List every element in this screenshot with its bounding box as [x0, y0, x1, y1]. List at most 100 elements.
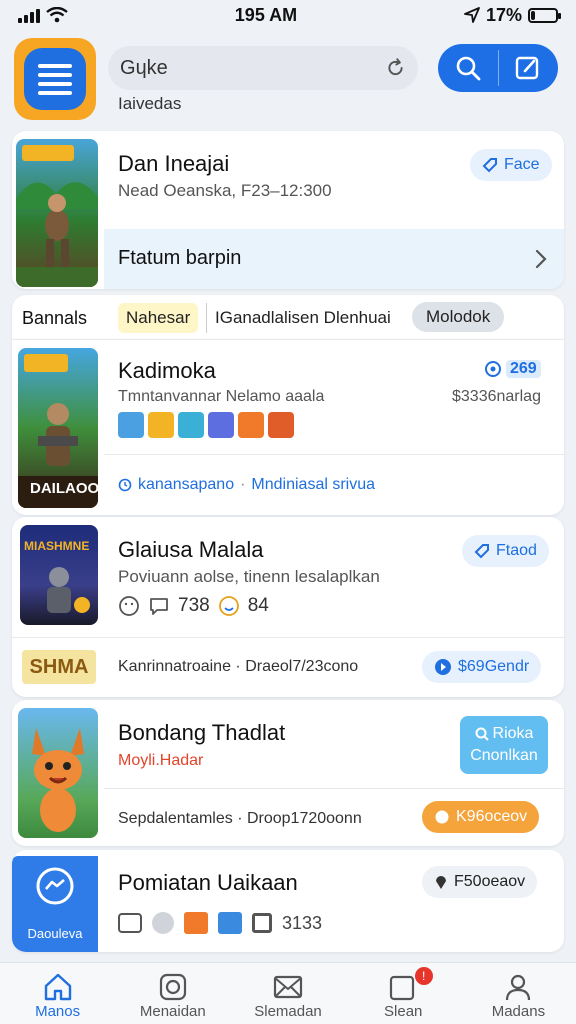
avatar-row: [118, 412, 294, 438]
pill-label: Ftaod: [496, 542, 537, 559]
card-pill-button[interactable]: F50oeaov: [422, 866, 538, 898]
user-icon: [506, 974, 531, 1001]
tab-bar: Manos Menaidan Slemadan ! Slean Madans: [0, 962, 576, 1024]
location-arrow-icon: [464, 7, 480, 23]
feed-card-4[interactable]: Bondang Thadlat Moyli.Hadar Rioka Cnonlk…: [12, 700, 564, 846]
divider: [104, 454, 564, 455]
search-box[interactable]: [108, 46, 418, 90]
box-icon: [252, 913, 272, 933]
battery-icon: [527, 7, 561, 23]
pill-label: Face: [504, 156, 540, 173]
home-icon: [44, 973, 71, 1001]
battery-percent: 17%: [485, 4, 522, 25]
envelope-icon: [273, 975, 303, 999]
smile-icon: [218, 596, 239, 616]
tag-icon: [474, 544, 489, 559]
tab-home[interactable]: Manos: [0, 963, 115, 1024]
card-icon: [118, 913, 142, 933]
sub-row-text: Kanrinnatroaine · Draeol7/23cono: [118, 658, 359, 675]
search-button[interactable]: [438, 44, 498, 92]
tab-label: Slean: [384, 1003, 423, 1020]
compose-button[interactable]: [499, 44, 559, 92]
search-icon: [475, 727, 489, 741]
header: Iaivedas: [0, 30, 576, 130]
link-secondary[interactable]: Mndiniasal srivua: [251, 476, 375, 494]
card-meta: Nead Oeanska, F23–12:300: [118, 181, 332, 200]
avatar: [118, 412, 144, 438]
game-thumbnail: DAILAOO: [18, 348, 98, 508]
badge-value: 269: [506, 360, 541, 378]
avatar: [208, 412, 234, 438]
tab-messages[interactable]: Slemadan: [230, 963, 345, 1024]
status-left: [18, 7, 68, 23]
tab-discover[interactable]: Menaidan: [115, 963, 230, 1024]
follow-pill-button[interactable]: Ftaod: [462, 535, 549, 567]
game-thumbnail: [18, 708, 98, 838]
sub-row-pill[interactable]: $69Gendr: [422, 651, 542, 683]
menu-icon: [24, 48, 86, 110]
icon-row: 3133: [118, 912, 322, 934]
card-meta: Moyli.Hadar: [118, 752, 204, 769]
feed-card-5[interactable]: Daouleva Pomiatan Uaikaan F50oeaov 3133: [12, 850, 564, 952]
thumbnail-caption: MIASHMNE: [24, 539, 90, 553]
search-input[interactable]: [120, 56, 385, 80]
card-meta: Poviuann aolse, tinenn lesalaplkan: [118, 567, 380, 586]
avatar: [178, 412, 204, 438]
chevron-right-icon: [535, 249, 547, 269]
thumbnail-caption: Daouleva: [27, 926, 83, 941]
status-badge: 269: [484, 360, 541, 378]
avatar: [152, 912, 174, 934]
card-links: kanansapano · Mndiniasal srivua: [118, 476, 375, 494]
filter-chip-2[interactable]: IGanadlalisen Dlenhuai: [206, 303, 399, 333]
clock-icon: [118, 478, 132, 492]
avatar: [268, 412, 294, 438]
action-label-1: Rioka: [492, 725, 534, 742]
card-title: Glaiusa Malala: [118, 537, 264, 562]
feed-card-3[interactable]: MIASHMNE Glaiusa Malala Poviuann aolse, …: [12, 517, 564, 697]
pill-label: $69Gendr: [458, 658, 530, 675]
tab-label: Madans: [491, 1003, 546, 1020]
link-primary[interactable]: kanansapano: [138, 476, 234, 494]
card-footer-row[interactable]: Ftatum barpin: [104, 229, 564, 289]
stats-row: 738 84: [118, 595, 269, 617]
jungle-warrior-art: [16, 145, 98, 287]
card-title: Dan Ineajai: [118, 151, 230, 176]
feed-card-2[interactable]: DAILAOO Kadimoka Tmntanvannar Nelamo aaa…: [12, 339, 564, 515]
tab-label: Slemadan: [254, 1003, 322, 1020]
notification-badge: !: [414, 967, 433, 985]
tag-icon: [482, 158, 497, 173]
refresh-icon[interactable]: [385, 55, 406, 81]
face-pill-button[interactable]: Face: [470, 149, 552, 181]
card-title: Bondang Thadlat: [118, 720, 286, 745]
pill-label: F50oeaov: [454, 873, 526, 890]
action-pill: [438, 44, 558, 92]
filter-chip-1[interactable]: Nahesar: [118, 303, 199, 333]
tab-label: Menaidan: [139, 1003, 206, 1020]
feed-card-1[interactable]: Dan Ineajai Nead Oeanska, F23–12:300 Fac…: [12, 131, 564, 289]
card-count: 3133: [282, 912, 323, 933]
avatar: [238, 412, 264, 438]
sub-row[interactable]: SHMA Kanrinnatroaine · Draeol7/23cono $6…: [12, 638, 564, 697]
filter-bar: Bannals Nahesar IGanadlalisen Dlenhuai M…: [12, 295, 564, 339]
game-thumbnail: Daouleva: [12, 856, 98, 952]
search-icon: [456, 56, 481, 81]
app-menu-button[interactable]: [14, 38, 96, 120]
coin-icon: [435, 810, 449, 824]
tab-profile[interactable]: Madans: [461, 963, 576, 1024]
emoji-icon: [119, 596, 139, 616]
card-title: Kadimoka: [118, 358, 216, 383]
pill-label: K96oceov: [456, 808, 528, 825]
action-button[interactable]: Rioka Cnonlkan: [460, 716, 548, 774]
filter-chip-3[interactable]: Molodok: [412, 302, 505, 332]
status-bar: 195 AM 17%: [0, 0, 576, 30]
card-title: Pomiatan Uaikaan: [118, 870, 298, 895]
status-time: 195 AM: [234, 4, 298, 25]
tab-notifications[interactable]: ! Slean: [346, 963, 461, 1024]
sub-row-badge: SHMA: [22, 650, 96, 684]
status-right: 17%: [464, 4, 561, 26]
footer-label: Ftatum barpin: [118, 247, 242, 269]
play-icon: [435, 659, 451, 675]
footer-pill-button[interactable]: K96oceov: [422, 801, 540, 833]
tools-icon: [218, 912, 242, 934]
game-thumbnail: [16, 139, 98, 287]
